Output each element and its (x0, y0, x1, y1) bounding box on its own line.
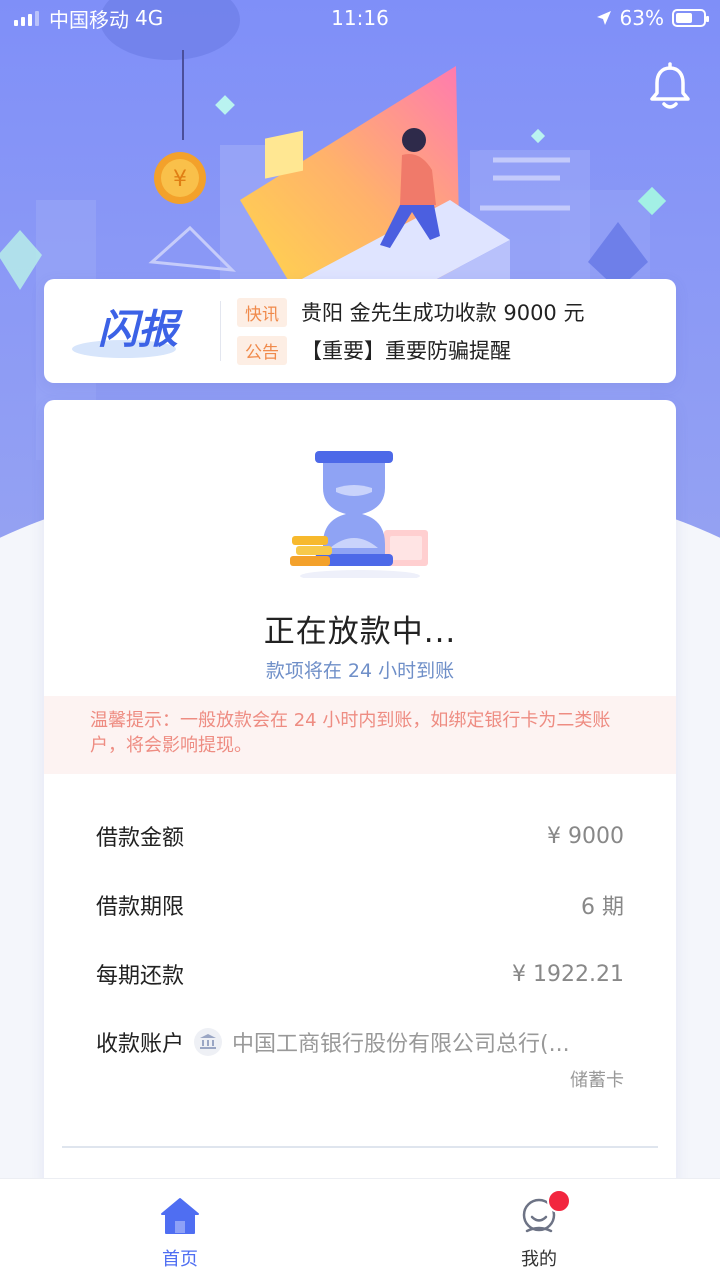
installment-row: 每期还款 ¥ 1922.21 (96, 958, 624, 990)
bank-name: 中国工商银行股份有限公司总行(... (232, 1032, 570, 1057)
news-ticker[interactable]: 闪报 快讯 贵阳 金先生成功收款 9000 元 公告 【重要】重要防骗提醒 (44, 279, 676, 383)
hourglass-icon (290, 448, 430, 582)
loan-amount-label: 借款金额 (96, 826, 185, 851)
news-item[interactable]: 公告 【重要】重要防骗提醒 (237, 335, 584, 365)
battery-icon (672, 9, 709, 27)
account-label: 收款账户 (96, 1032, 185, 1057)
home-icon (161, 1198, 199, 1234)
loan-term-value: 6 期 (581, 895, 624, 920)
notification-badge (547, 1189, 571, 1213)
loan-amount-row: 借款金额 ¥ 9000 (96, 820, 624, 852)
page: ¥ 中国移动 4G 11:16 63% 闪报 快讯 贵阳 金先生成功收款 900… (0, 0, 720, 1280)
news-text: 贵阳 金先生成功收款 9000 元 (301, 301, 585, 325)
tab-home-label: 首页 (162, 1249, 198, 1270)
tab-bar: 首页 我的 (0, 1178, 720, 1280)
account-type: 储蓄卡 (570, 1070, 624, 1091)
installment-value: ¥ 1922.21 (512, 961, 624, 987)
loan-term-row: 借款期限 6 期 (96, 889, 624, 921)
battery-level (676, 13, 693, 23)
loan-term-label: 借款期限 (96, 895, 185, 920)
loan-status-subtitle: 款项将在 24 小时到账 (265, 660, 455, 682)
tab-me[interactable]: 我的 (479, 1189, 599, 1271)
status-time: 11:16 (331, 6, 389, 30)
bank-icon (194, 1028, 223, 1056)
tip-label: 温馨提示： (90, 710, 180, 731)
news-tag: 快讯 (237, 297, 287, 327)
receiving-account-row[interactable]: 收款账户 中国工商银行股份有限公司总行(... 储蓄卡 (96, 1026, 624, 1092)
news-tag: 公告 (237, 335, 287, 365)
loan-status-title: 正在放款中... (263, 614, 457, 650)
status-bar: 中国移动 4G 11:16 63% (0, 0, 720, 36)
loan-amount-value: ¥ 9000 (547, 823, 624, 849)
news-logo-text: 闪报 (98, 307, 183, 353)
tab-me-label: 我的 (521, 1249, 557, 1270)
loan-status-card: 正在放款中... 款项将在 24 小时到账 温馨提示：一般放款会在 24 小时内… (44, 400, 676, 1200)
news-logo: 闪报 (44, 279, 220, 383)
bell-icon[interactable] (648, 62, 692, 112)
svg-text:¥: ¥ (173, 167, 187, 192)
news-text: 【重要】重要防骗提醒 (301, 339, 511, 363)
warm-tip: 温馨提示：一般放款会在 24 小时内到账，如绑定银行卡为二类账户，将会影响提现。 (44, 696, 676, 774)
installment-label: 每期还款 (96, 964, 185, 989)
tab-home[interactable]: 首页 (120, 1197, 240, 1271)
news-item[interactable]: 快讯 贵阳 金先生成功收款 9000 元 (237, 297, 584, 327)
card-divider (62, 1146, 658, 1148)
